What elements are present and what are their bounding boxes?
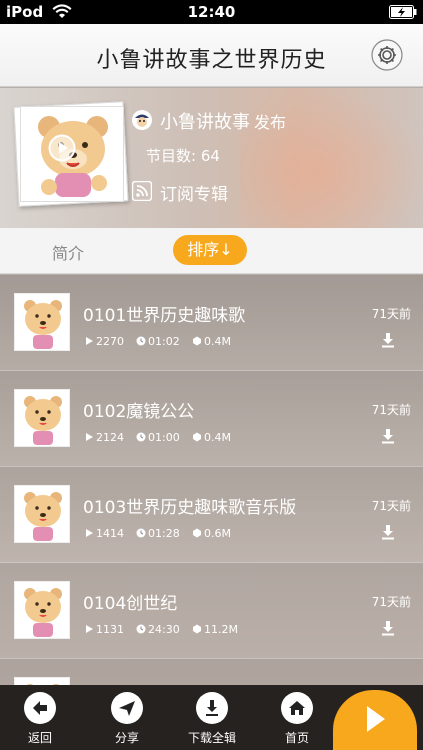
download-all-label: 下载全辑	[187, 731, 236, 745]
episode-count-label: 节目数:	[146, 147, 197, 165]
play-count-icon	[86, 625, 93, 633]
rss-icon[interactable]	[132, 181, 152, 201]
download-icon[interactable]	[380, 620, 396, 636]
publisher-avatar-icon	[132, 110, 152, 130]
nav-bar: 小鲁讲故事之世界历史	[0, 24, 423, 87]
home-icon	[289, 701, 305, 715]
sort-button[interactable]: 排序↓	[173, 235, 247, 265]
status-bar: iPod 12:40	[0, 0, 423, 24]
play-count: 2270	[96, 335, 124, 348]
episode-row[interactable]: 0103世界历史趣味歌音乐版 1414 01:28 0.6M 71天前	[0, 467, 423, 563]
publisher-line: 小鲁讲故事 发布	[160, 108, 286, 134]
clock: 12:40	[187, 3, 236, 21]
subscribe-button[interactable]: 订阅专辑	[160, 180, 228, 205]
battery-icon	[389, 5, 417, 19]
file-size: 11.2M	[204, 623, 238, 636]
episode-row[interactable]: 0101世界历史趣味歌 2270 01:02 0.4M 71天前	[0, 275, 423, 371]
episode-title[interactable]: 0104创世纪	[83, 589, 177, 614]
play-count: 1131	[96, 623, 124, 636]
publisher-name[interactable]: 小鲁讲故事	[160, 112, 250, 133]
play-count: 2124	[96, 431, 124, 444]
episode-count-value: 64	[200, 147, 220, 165]
page-title: 小鲁讲故事之世界历史	[96, 48, 327, 73]
episode-title[interactable]: 0102魔镜公公	[83, 397, 194, 422]
clock-icon	[136, 624, 146, 634]
download-icon[interactable]	[380, 524, 396, 540]
duration: 01:00	[148, 431, 180, 444]
episode-list[interactable]: 0101世界历史趣味歌 2270 01:02 0.4M 71天前 0102魔镜公…	[0, 275, 423, 685]
arrow-left-icon	[33, 701, 47, 715]
episode-row[interactable]: 0105听世界历史歌 486 01:28 71天前	[0, 659, 423, 685]
file-size: 0.4M	[204, 431, 231, 444]
play-circle-icon[interactable]	[48, 134, 76, 162]
episode-row[interactable]: 0104创世纪 1131 24:30 11.2M 71天前	[0, 563, 423, 659]
play-icon	[367, 706, 385, 732]
episode-thumbnail	[14, 677, 70, 685]
episode-title[interactable]: 0101世界历史趣味歌	[83, 301, 245, 326]
home-label: 首页	[284, 731, 309, 745]
episode-thumbnail	[14, 485, 70, 543]
duration: 24:30	[148, 623, 180, 636]
play-count: 1414	[96, 527, 124, 540]
file-size-icon	[193, 432, 201, 442]
file-size-icon	[193, 624, 201, 634]
episode-thumbnail	[14, 293, 70, 351]
back-label: 返回	[27, 731, 52, 745]
episode-thumbnail	[14, 389, 70, 447]
now-playing-button[interactable]	[333, 690, 417, 750]
share-label: 分享	[114, 731, 139, 745]
episode-thumbnail	[14, 581, 70, 639]
gear-icon[interactable]	[371, 39, 403, 71]
episode-title[interactable]: 0103世界历史趣味歌音乐版	[83, 493, 296, 518]
download-all-button[interactable]	[196, 692, 228, 724]
send-icon	[119, 701, 135, 716]
home-button[interactable]	[281, 692, 313, 724]
tab-intro[interactable]: 简介	[52, 240, 84, 264]
published-ago: 71天前	[371, 499, 411, 513]
back-button[interactable]	[24, 692, 56, 724]
episode-row[interactable]: 0102魔镜公公 2124 01:00 0.4M 71天前	[0, 371, 423, 467]
duration: 01:02	[148, 335, 180, 348]
file-size: 0.6M	[204, 527, 231, 540]
file-size-icon	[193, 336, 201, 346]
file-size-icon	[193, 528, 201, 538]
episode-count: 节目数: 64	[146, 145, 220, 166]
clock-icon	[136, 432, 146, 442]
file-size: 0.4M	[204, 335, 231, 348]
download-icon[interactable]	[380, 332, 396, 348]
publisher-verb: 发布	[254, 113, 287, 132]
play-count-icon	[86, 529, 93, 537]
tab-bar: 简介 排序↓	[0, 228, 423, 274]
published-ago: 71天前	[371, 403, 411, 417]
download-icon[interactable]	[380, 428, 396, 444]
play-count-icon	[86, 337, 93, 345]
published-ago: 71天前	[371, 595, 411, 609]
duration: 01:28	[148, 527, 180, 540]
clock-icon	[136, 336, 146, 346]
published-ago: 71天前	[371, 307, 411, 321]
share-button[interactable]	[111, 692, 143, 724]
download-icon	[206, 700, 218, 716]
clock-icon	[136, 528, 146, 538]
play-count-icon	[86, 433, 93, 441]
